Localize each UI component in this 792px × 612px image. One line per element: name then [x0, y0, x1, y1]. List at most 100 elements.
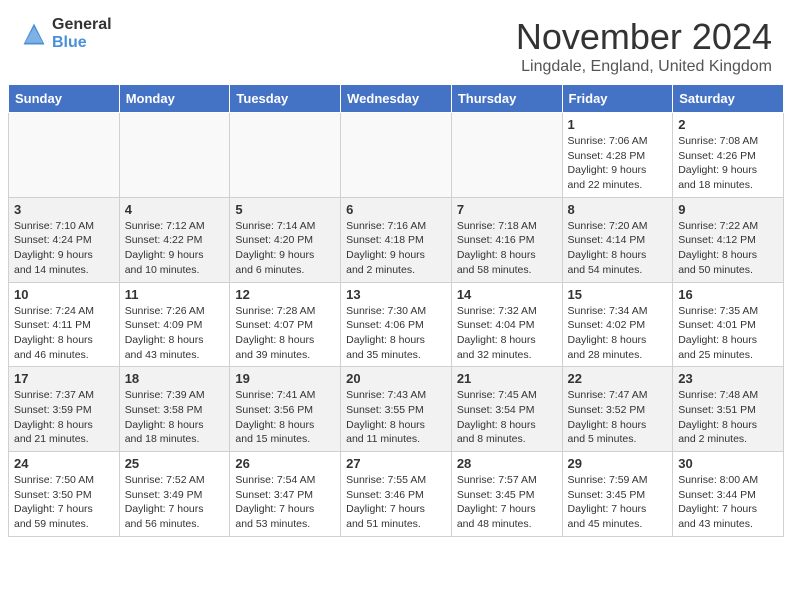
day-info: Sunrise: 7:20 AM Sunset: 4:14 PM Dayligh…	[568, 219, 668, 278]
day-info: Sunrise: 7:45 AM Sunset: 3:54 PM Dayligh…	[457, 388, 557, 447]
calendar-cell-w1-d3	[230, 113, 341, 198]
day-info: Sunrise: 7:39 AM Sunset: 3:58 PM Dayligh…	[125, 388, 225, 447]
calendar-header-row: Sunday Monday Tuesday Wednesday Thursday…	[9, 85, 784, 113]
logo-general: General	[52, 16, 112, 34]
day-info: Sunrise: 7:10 AM Sunset: 4:24 PM Dayligh…	[14, 219, 114, 278]
calendar-cell-w5-d4: 27Sunrise: 7:55 AM Sunset: 3:46 PM Dayli…	[341, 452, 452, 537]
day-number: 23	[678, 371, 778, 386]
day-info: Sunrise: 7:57 AM Sunset: 3:45 PM Dayligh…	[457, 473, 557, 532]
day-number: 7	[457, 202, 557, 217]
day-info: Sunrise: 7:59 AM Sunset: 3:45 PM Dayligh…	[568, 473, 668, 532]
day-info: Sunrise: 7:14 AM Sunset: 4:20 PM Dayligh…	[235, 219, 335, 278]
day-number: 2	[678, 117, 778, 132]
day-info: Sunrise: 7:55 AM Sunset: 3:46 PM Dayligh…	[346, 473, 446, 532]
calendar-cell-w5-d6: 29Sunrise: 7:59 AM Sunset: 3:45 PM Dayli…	[562, 452, 673, 537]
calendar-cell-w5-d7: 30 Sunrise: 8:00 AM Sunset: 3:44 PM Dayli…	[673, 452, 784, 537]
calendar-cell-w5-d2: 25Sunrise: 7:52 AM Sunset: 3:49 PM Dayli…	[119, 452, 230, 537]
day-number: 10	[14, 287, 114, 302]
day-info: Sunrise: 7:26 AM Sunset: 4:09 PM Dayligh…	[125, 304, 225, 363]
calendar-cell-w1-d1	[9, 113, 120, 198]
col-wednesday: Wednesday	[341, 85, 452, 113]
day-number: 3	[14, 202, 114, 217]
day-info: Sunrise: 7:22 AM Sunset: 4:12 PM Dayligh…	[678, 219, 778, 278]
day-info: Sunrise: 7:41 AM Sunset: 3:56 PM Dayligh…	[235, 388, 335, 447]
calendar-cell-w3-d1: 10 Sunrise: 7:24 AM Sunset: 4:11 PM Dayli…	[9, 282, 120, 367]
calendar-week-2: 3 Sunrise: 7:10 AM Sunset: 4:24 PM Daylig…	[9, 197, 784, 282]
day-number: 15	[568, 287, 668, 302]
col-friday: Friday	[562, 85, 673, 113]
calendar-cell-w3-d6: 15 Sunrise: 7:34 AM Sunset: 4:02 PM Dayli…	[562, 282, 673, 367]
calendar-week-5: 24Sunrise: 7:50 AM Sunset: 3:50 PM Dayli…	[9, 452, 784, 537]
calendar-cell-w4-d7: 23Sunrise: 7:48 AM Sunset: 3:51 PM Dayli…	[673, 367, 784, 452]
day-number: 21	[457, 371, 557, 386]
day-info: Sunrise: 7:24 AM Sunset: 4:11 PM Dayligh…	[14, 304, 114, 363]
day-number: 26	[235, 456, 335, 471]
month-title: November 2024	[516, 16, 772, 58]
calendar-cell-w3-d3: 12 Sunrise: 7:28 AM Sunset: 4:07 PM Dayli…	[230, 282, 341, 367]
day-info: Sunrise: 8:00 AM Sunset: 3:44 PM Dayligh…	[678, 473, 778, 532]
day-number: 14	[457, 287, 557, 302]
calendar-week-3: 10 Sunrise: 7:24 AM Sunset: 4:11 PM Dayli…	[9, 282, 784, 367]
day-info: Sunrise: 7:06 AM Sunset: 4:28 PM Dayligh…	[568, 134, 668, 193]
calendar-cell-w2-d4: 6 Sunrise: 7:16 AM Sunset: 4:18 PM Daylig…	[341, 197, 452, 282]
day-info: Sunrise: 7:37 AM Sunset: 3:59 PM Dayligh…	[14, 388, 114, 447]
calendar-cell-w2-d5: 7Sunrise: 7:18 AM Sunset: 4:16 PM Daylig…	[451, 197, 562, 282]
calendar-cell-w2-d1: 3 Sunrise: 7:10 AM Sunset: 4:24 PM Daylig…	[9, 197, 120, 282]
calendar-cell-w2-d2: 4 Sunrise: 7:12 AM Sunset: 4:22 PM Daylig…	[119, 197, 230, 282]
day-number: 1	[568, 117, 668, 132]
col-sunday: Sunday	[9, 85, 120, 113]
calendar-cell-w3-d2: 11 Sunrise: 7:26 AM Sunset: 4:09 PM Dayli…	[119, 282, 230, 367]
calendar-cell-w5-d3: 26 Sunrise: 7:54 AM Sunset: 3:47 PM Dayli…	[230, 452, 341, 537]
day-info: Sunrise: 7:35 AM Sunset: 4:01 PM Dayligh…	[678, 304, 778, 363]
logo-blue: Blue	[52, 34, 112, 52]
calendar-cell-w4-d2: 18 Sunrise: 7:39 AM Sunset: 3:58 PM Dayli…	[119, 367, 230, 452]
day-number: 13	[346, 287, 446, 302]
day-number: 30	[678, 456, 778, 471]
day-info: Sunrise: 7:30 AM Sunset: 4:06 PM Dayligh…	[346, 304, 446, 363]
day-info: Sunrise: 7:50 AM Sunset: 3:50 PM Dayligh…	[14, 473, 114, 532]
calendar-cell-w4-d4: 20 Sunrise: 7:43 AM Sunset: 3:55 PM Dayli…	[341, 367, 452, 452]
day-number: 5	[235, 202, 335, 217]
day-info: Sunrise: 7:16 AM Sunset: 4:18 PM Dayligh…	[346, 219, 446, 278]
day-number: 28	[457, 456, 557, 471]
logo-text: General Blue	[52, 16, 112, 51]
calendar-cell-w1-d7: 2 Sunrise: 7:08 AM Sunset: 4:26 PM Daylig…	[673, 113, 784, 198]
calendar-cell-w3-d5: 14 Sunrise: 7:32 AM Sunset: 4:04 PM Dayli…	[451, 282, 562, 367]
calendar-cell-w4-d5: 21 Sunrise: 7:45 AM Sunset: 3:54 PM Dayli…	[451, 367, 562, 452]
day-info: Sunrise: 7:43 AM Sunset: 3:55 PM Dayligh…	[346, 388, 446, 447]
location: Lingdale, England, United Kingdom	[516, 58, 772, 76]
day-number: 9	[678, 202, 778, 217]
col-thursday: Thursday	[451, 85, 562, 113]
logo: General Blue	[20, 16, 112, 51]
day-info: Sunrise: 7:28 AM Sunset: 4:07 PM Dayligh…	[235, 304, 335, 363]
day-number: 12	[235, 287, 335, 302]
calendar-cell-w1-d6: 1 Sunrise: 7:06 AM Sunset: 4:28 PM Daylig…	[562, 113, 673, 198]
day-number: 19	[235, 371, 335, 386]
day-number: 11	[125, 287, 225, 302]
calendar-cell-w4-d3: 19 Sunrise: 7:41 AM Sunset: 3:56 PM Dayli…	[230, 367, 341, 452]
day-number: 20	[346, 371, 446, 386]
calendar-week-4: 17 Sunrise: 7:37 AM Sunset: 3:59 PM Dayli…	[9, 367, 784, 452]
day-number: 4	[125, 202, 225, 217]
day-info: Sunrise: 7:12 AM Sunset: 4:22 PM Dayligh…	[125, 219, 225, 278]
day-info: Sunrise: 7:34 AM Sunset: 4:02 PM Dayligh…	[568, 304, 668, 363]
day-number: 6	[346, 202, 446, 217]
day-number: 18	[125, 371, 225, 386]
calendar-cell-w1-d5	[451, 113, 562, 198]
col-tuesday: Tuesday	[230, 85, 341, 113]
page-header: General Blue November 2024 Lingdale, Eng…	[0, 0, 792, 84]
day-number: 25	[125, 456, 225, 471]
calendar-cell-w4-d1: 17 Sunrise: 7:37 AM Sunset: 3:59 PM Dayli…	[9, 367, 120, 452]
day-number: 22	[568, 371, 668, 386]
calendar-cell-w1-d2	[119, 113, 230, 198]
day-info: Sunrise: 7:32 AM Sunset: 4:04 PM Dayligh…	[457, 304, 557, 363]
calendar-week-1: 1 Sunrise: 7:06 AM Sunset: 4:28 PM Daylig…	[9, 113, 784, 198]
title-block: November 2024 Lingdale, England, United …	[516, 16, 772, 76]
col-saturday: Saturday	[673, 85, 784, 113]
calendar-cell-w3-d7: 16Sunrise: 7:35 AM Sunset: 4:01 PM Dayli…	[673, 282, 784, 367]
day-info: Sunrise: 7:54 AM Sunset: 3:47 PM Dayligh…	[235, 473, 335, 532]
day-number: 17	[14, 371, 114, 386]
calendar-cell-w2-d6: 8Sunrise: 7:20 AM Sunset: 4:14 PM Daylig…	[562, 197, 673, 282]
calendar-cell-w5-d5: 28 Sunrise: 7:57 AM Sunset: 3:45 PM Dayli…	[451, 452, 562, 537]
day-info: Sunrise: 7:08 AM Sunset: 4:26 PM Dayligh…	[678, 134, 778, 193]
